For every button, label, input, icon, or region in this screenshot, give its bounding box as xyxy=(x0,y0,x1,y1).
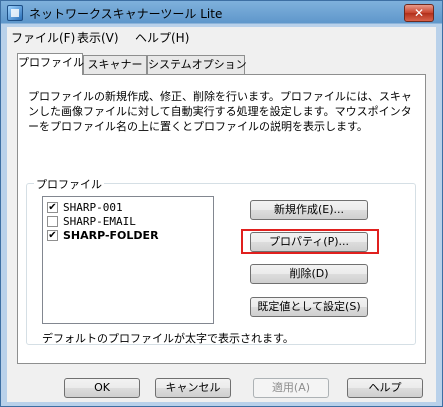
title-bar[interactable]: ネットワークスキャナーツール Lite ✕ xyxy=(1,1,442,25)
default-profile-note: デフォルトのプロファイルが太字で表示されます。 xyxy=(42,332,294,345)
app-window: ネットワークスキャナーツール Lite ✕ ファイル(F) 表示(V) ヘルプ(… xyxy=(0,0,443,407)
tab-system-options[interactable]: システムオプション xyxy=(147,55,247,74)
tab-scanner[interactable]: スキャナー xyxy=(83,55,147,74)
profile-list[interactable]: ✔ SHARP-001 SHARP-EMAIL ✔ SHARP-FOLDER xyxy=(42,196,214,324)
profile-name: SHARP-FOLDER xyxy=(63,229,159,242)
list-item-sharp-001[interactable]: ✔ SHARP-001 xyxy=(47,201,207,215)
ok-button[interactable]: OK xyxy=(64,378,140,398)
profile-name: SHARP-EMAIL xyxy=(63,215,136,228)
menu-help[interactable]: ヘルプ(H) xyxy=(135,29,189,46)
checkbox-sharp-folder[interactable]: ✔ xyxy=(47,230,58,241)
scanner-app-icon xyxy=(7,5,23,21)
apply-button[interactable]: 適用(A) xyxy=(253,378,329,398)
profile-tab-panel: プロファイルの新規作成、修正、削除を行います。プロファイルには、スキャンした画像… xyxy=(17,74,426,364)
new-profile-button[interactable]: 新規作成(E)... xyxy=(250,200,368,220)
set-default-button[interactable]: 既定値として設定(S) xyxy=(250,297,368,317)
menu-bar: ファイル(F) 表示(V) ヘルプ(H) xyxy=(7,27,436,45)
checkbox-sharp-001[interactable]: ✔ xyxy=(47,202,58,213)
profile-description: プロファイルの新規作成、修正、削除を行います。プロファイルには、スキャンした画像… xyxy=(28,90,412,133)
checkbox-sharp-email[interactable] xyxy=(47,216,58,227)
window-title: ネットワークスキャナーツール Lite xyxy=(29,7,223,21)
help-button[interactable]: ヘルプ xyxy=(347,378,423,398)
list-item-sharp-folder[interactable]: ✔ SHARP-FOLDER xyxy=(47,229,207,243)
tab-profile[interactable]: プロファイル xyxy=(17,53,84,75)
cancel-button[interactable]: キャンセル xyxy=(155,378,231,398)
close-button[interactable]: ✕ xyxy=(404,4,434,22)
delete-button[interactable]: 削除(D) xyxy=(250,264,368,284)
properties-button[interactable]: プロパティ(P)... xyxy=(250,232,368,252)
profile-group-label: プロファイル xyxy=(34,176,104,192)
menu-view[interactable]: 表示(V) xyxy=(77,29,119,46)
profile-name: SHARP-001 xyxy=(63,201,123,214)
list-item-sharp-email[interactable]: SHARP-EMAIL xyxy=(47,215,207,229)
menu-file[interactable]: ファイル(F) xyxy=(11,29,75,46)
dialog-client-area: ファイル(F) 表示(V) ヘルプ(H) プロファイル スキャナー システムオプ… xyxy=(7,27,436,402)
